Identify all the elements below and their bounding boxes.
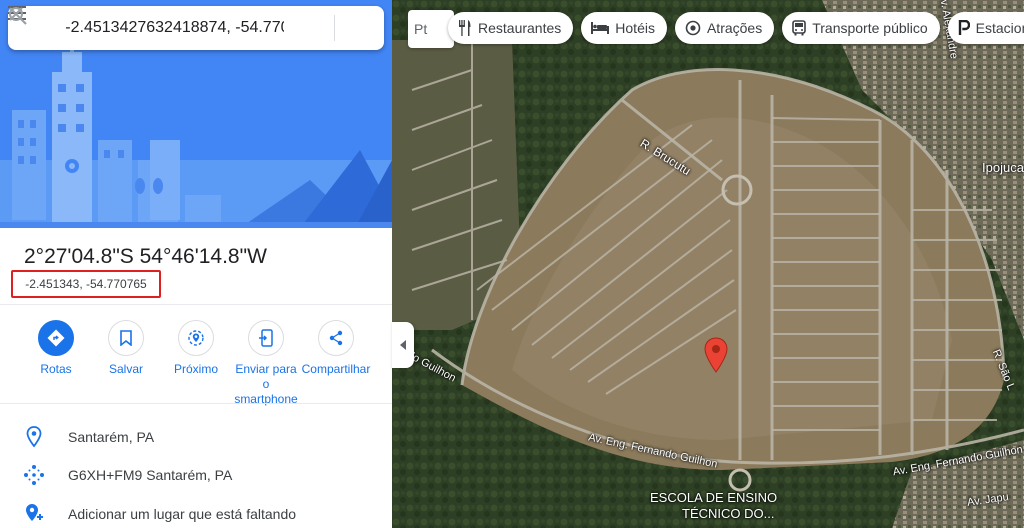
- neighborhood-label: Ipojuca: [982, 160, 1024, 175]
- add-place-text: Adicionar um lugar que está faltando: [68, 506, 297, 522]
- info-row-address[interactable]: Santarém, PA: [0, 419, 392, 455]
- bookmark-icon: [108, 320, 144, 356]
- nearby-icon: [178, 320, 214, 356]
- chip-attractions[interactable]: Atrações: [674, 12, 775, 44]
- chip-parking[interactable]: Estacion: [947, 12, 1024, 44]
- search-box: [8, 6, 384, 50]
- add-place-icon: [0, 502, 68, 526]
- chip-hotels[interactable]: Hotéis: [581, 12, 667, 44]
- send-to-phone-label: Enviar para o smartphone: [234, 362, 298, 406]
- hero-illustration: [0, 0, 392, 228]
- camera-icon: [685, 20, 701, 36]
- bed-icon: [591, 22, 610, 34]
- school-label-line1[interactable]: ESCOLA DE ENSINO: [650, 490, 777, 505]
- directions-button[interactable]: Rotas: [21, 320, 91, 377]
- divider: [0, 304, 392, 305]
- search-input[interactable]: [59, 19, 291, 37]
- category-chips: Restaurantes Hotéis Atrações Transporte …: [448, 12, 1024, 44]
- parking-icon: [958, 20, 970, 36]
- magnifier-icon[interactable]: [9, 6, 333, 50]
- directions-icon: [38, 320, 74, 356]
- chip-label: Estacion: [975, 20, 1024, 36]
- satellite-imagery: [392, 0, 1024, 528]
- location-pin-icon: [0, 426, 68, 448]
- chip-label: Hotéis: [615, 20, 655, 36]
- share-label: Compartilhar: [301, 362, 371, 376]
- send-to-phone-button[interactable]: Enviar para o smartphone: [231, 320, 301, 407]
- collapse-panel-button[interactable]: [392, 322, 414, 368]
- share-button[interactable]: Compartilhar: [301, 320, 371, 377]
- chip-label: Restaurantes: [478, 20, 562, 36]
- chip-restaurants[interactable]: Restaurantes: [448, 12, 574, 44]
- info-row-add-place[interactable]: Adicionar um lugar que está faltando: [0, 496, 392, 528]
- satellite-map[interactable]: R. Brucutu Av. Eng. Fernando Guilhon Av.…: [392, 0, 1024, 528]
- nearby-button[interactable]: Próximo: [161, 320, 231, 377]
- send-to-phone-icon: [248, 320, 284, 356]
- save-button[interactable]: Salvar: [91, 320, 161, 377]
- plus-code-text: G6XH+FM9 Santarém, PA: [68, 467, 233, 483]
- chevron-left-icon: [400, 340, 406, 350]
- layer-label: Pt: [414, 21, 428, 37]
- school-label-line2[interactable]: TÉCNICO DO...: [682, 506, 774, 521]
- info-row-plus-code[interactable]: G6XH+FM9 Santarém, PA: [0, 457, 392, 493]
- divider: [0, 403, 392, 404]
- plus-code-icon: [0, 464, 68, 486]
- bus-icon: [792, 20, 807, 36]
- nearby-label: Próximo: [173, 362, 218, 376]
- chip-transit[interactable]: Transporte público: [782, 12, 940, 44]
- directions-label: Rotas: [40, 362, 72, 376]
- coordinates-dms: 2°27'04.8"S 54°46'14.8"W: [24, 245, 267, 268]
- side-panel: 2°27'04.8"S 54°46'14.8"W -2.451343, -54.…: [0, 0, 392, 528]
- address-text: Santarém, PA: [68, 429, 155, 445]
- action-bar: Rotas Salvar Próximo Enviar para o smart…: [0, 320, 392, 406]
- close-x-icon[interactable]: [9, 6, 384, 50]
- share-icon: [318, 320, 354, 356]
- save-label: Salvar: [108, 362, 143, 376]
- coordinates-decimal[interactable]: -2.451343, -54.770765: [11, 270, 161, 298]
- red-map-pin-icon[interactable]: [703, 337, 729, 373]
- chip-label: Atrações: [706, 20, 763, 36]
- fork-knife-icon: [458, 20, 472, 36]
- chip-label: Transporte público: [812, 20, 928, 36]
